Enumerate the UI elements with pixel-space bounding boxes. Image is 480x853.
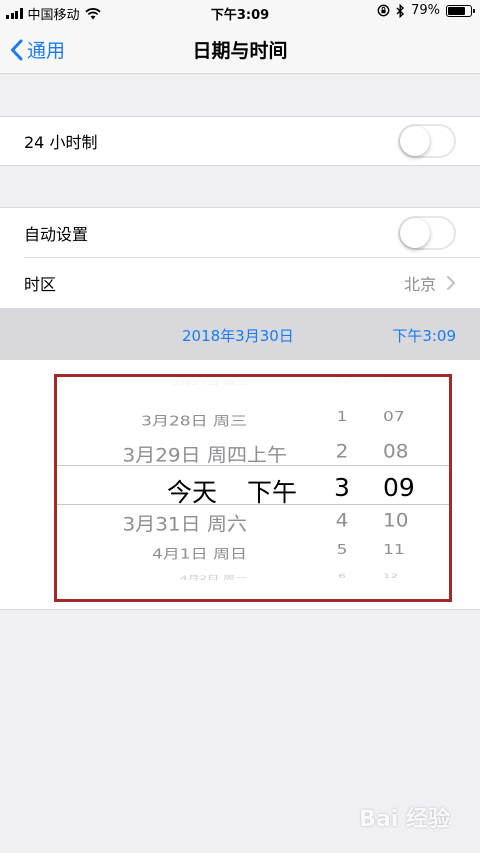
toggle-knob <box>400 218 430 248</box>
datetime-picker[interactable]: 3月27日 周二 3月28日 周三 3月29日 周四 今天 3月31日 周六 4月1日 周… <box>54 374 452 602</box>
picker-item[interactable]: 06 <box>375 378 445 385</box>
battery-fill <box>448 6 466 15</box>
chevron-right-icon <box>446 275 456 291</box>
picker-ampm-column[interactable]: 上午 下午 <box>247 377 307 599</box>
picker-item[interactable]: 12 <box>375 573 445 580</box>
current-datetime-bar[interactable]: 2018年3月30日 下午3:09 <box>0 308 480 360</box>
picker-item[interactable]: 5 <box>307 542 377 558</box>
picker-item[interactable]: 3 <box>307 473 377 502</box>
picker-item[interactable]: 12 <box>307 378 377 385</box>
current-date: 2018年3月30日 <box>182 327 294 345</box>
picker-item[interactable]: 07 <box>375 409 445 425</box>
status-right: 79% <box>377 3 475 18</box>
timezone-value: 北京 <box>403 275 436 294</box>
picker-item[interactable]: 08 <box>375 440 445 462</box>
hour24-label: 24 小时制 <box>24 133 98 152</box>
timezone-label: 时区 <box>24 275 57 294</box>
picker-item[interactable]: 1 <box>307 409 377 425</box>
hour24-toggle[interactable] <box>398 124 456 158</box>
toggle-knob <box>400 126 430 156</box>
auto-set-label: 自动设置 <box>24 225 89 244</box>
picker-item[interactable]: 上午 <box>247 440 307 467</box>
datetime-picker-area: 3月27日 周二 3月28日 周三 3月29日 周四 今天 3月31日 周六 4月1日 周… <box>0 360 480 610</box>
picker-item[interactable]: 11 <box>375 542 445 558</box>
hour24-row: 24 小时制 <box>0 116 480 166</box>
bluetooth-icon <box>396 3 405 18</box>
auto-set-toggle[interactable] <box>398 216 456 250</box>
status-bar: 中国移动 下午3:09 79% <box>0 0 480 24</box>
timezone-row[interactable]: 时区 北京 <box>0 258 480 308</box>
picker-hour-column[interactable]: 12 1 2 3 4 5 6 <box>307 377 377 599</box>
picker-item[interactable]: 6 <box>307 573 377 580</box>
picker-item[interactable]: 10 <box>375 509 445 531</box>
picker-minute-column[interactable]: 06 07 08 09 10 11 12 <box>375 377 445 599</box>
page-title: 日期与时间 <box>192 40 288 62</box>
selection-line-bottom <box>57 504 449 505</box>
battery-icon <box>446 4 475 17</box>
selection-line-top <box>57 465 449 466</box>
battery-percent: 79% <box>411 3 440 18</box>
watermark: Bai 经验 <box>359 807 450 832</box>
auto-set-row: 自动设置 <box>0 207 480 258</box>
orientation-lock-icon <box>377 4 390 17</box>
picker-item[interactable]: 09 <box>375 473 445 502</box>
picker-item[interactable]: 2 <box>307 440 377 462</box>
nav-bar: 通用 日期与时间 <box>0 24 480 74</box>
picker-item[interactable]: 4 <box>307 509 377 531</box>
current-time: 下午3:09 <box>392 327 456 345</box>
